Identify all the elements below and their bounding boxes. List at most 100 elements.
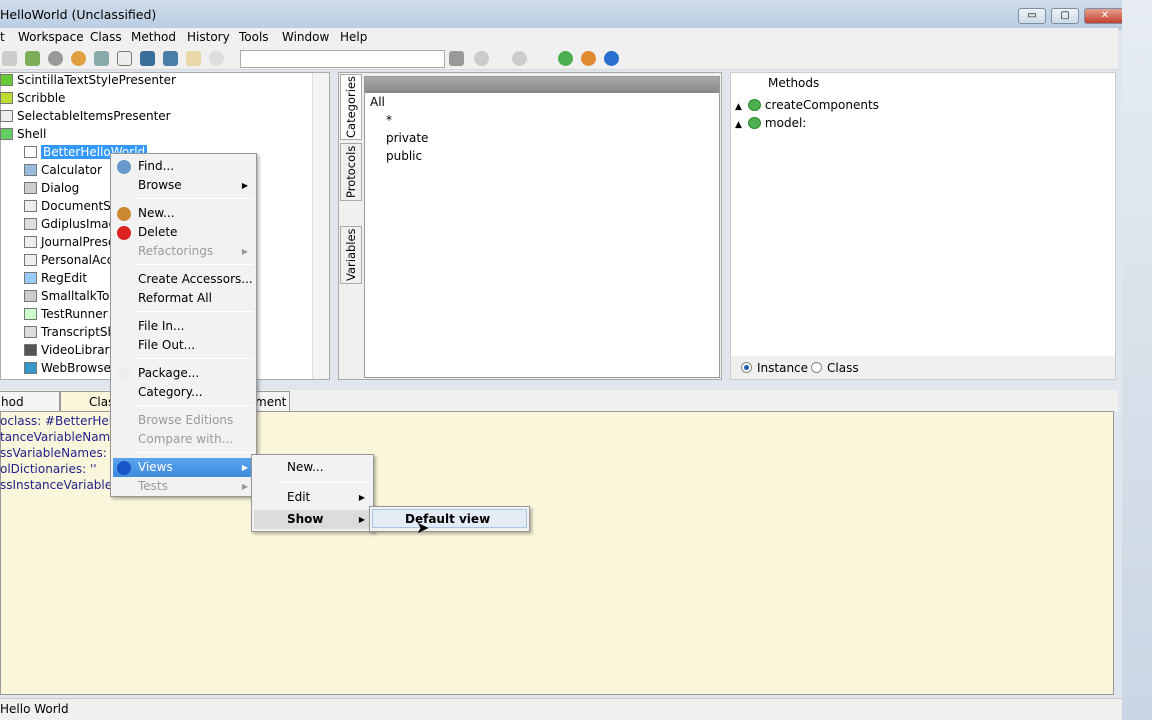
- menu-tools[interactable]: Tools: [239, 30, 269, 44]
- category-header: [365, 77, 719, 93]
- class-icon: [0, 110, 13, 122]
- category-all[interactable]: All: [370, 95, 385, 113]
- public-method-icon: [747, 117, 761, 129]
- menu-item-default-view[interactable]: Default view: [372, 509, 527, 528]
- menu-item-views-edit[interactable]: Edit ▶: [254, 488, 371, 507]
- menu-separator: [136, 405, 253, 406]
- desktop-background: [1122, 0, 1152, 720]
- find-icon: [117, 160, 131, 174]
- tree-item[interactable]: SelectableItemsPresenter: [0, 109, 171, 127]
- menu-item-category[interactable]: Category...: [113, 383, 254, 402]
- menu-item-find[interactable]: Find...: [113, 157, 254, 176]
- menu-help[interactable]: Help: [340, 30, 367, 44]
- tree-scrollbar[interactable]: [312, 73, 329, 379]
- class-icon: [24, 254, 37, 266]
- show-submenu: Default view: [369, 506, 530, 532]
- gear-icon[interactable]: [48, 51, 63, 66]
- go-arrow-icon[interactable]: [449, 51, 464, 66]
- menu-item-tests[interactable]: Tests ▶: [113, 477, 254, 496]
- menu-item-file-in[interactable]: File In...: [113, 317, 254, 336]
- close-button[interactable]: ✕: [1084, 8, 1126, 24]
- workspace-icon[interactable]: [2, 51, 17, 66]
- mouse-cursor: ➤: [416, 518, 430, 537]
- menu-item-views-new[interactable]: New...: [254, 458, 371, 477]
- search-input[interactable]: [240, 50, 445, 68]
- category-public[interactable]: public: [386, 149, 422, 167]
- menu-item-refactorings[interactable]: Refactorings ▶: [113, 242, 254, 261]
- menu-item-views-show[interactable]: Show ▶: [254, 510, 371, 529]
- category-private[interactable]: private: [386, 131, 428, 149]
- tree-item[interactable]: TestRunner: [24, 307, 108, 325]
- instance-radio[interactable]: Instance: [741, 361, 808, 375]
- public-method-icon: [747, 99, 761, 111]
- tab-variables[interactable]: Variables: [340, 226, 362, 284]
- package-icon[interactable]: [117, 51, 132, 66]
- method-item[interactable]: ▲ createComponents: [735, 98, 879, 116]
- tab-categories[interactable]: Categories: [340, 74, 362, 140]
- menu-separator: [136, 311, 253, 312]
- menu-item-views[interactable]: Views ▶: [113, 458, 254, 477]
- config-icon[interactable]: [581, 51, 596, 66]
- source-line: ssVariableNames: '': [0, 446, 118, 460]
- forward-icon[interactable]: [512, 51, 527, 66]
- source-line: olDictionaries: '': [0, 462, 97, 476]
- class-icon: [24, 308, 37, 320]
- folder-icon[interactable]: [186, 51, 201, 66]
- menu-separator: [136, 264, 253, 265]
- title-bar: HelloWorld (Unclassified) ▭ ▢ ✕: [0, 0, 1126, 30]
- tree-item[interactable]: ScintillaTextStylePresenter: [0, 73, 176, 91]
- image-icon[interactable]: [140, 51, 155, 66]
- maximize-button[interactable]: ▢: [1051, 8, 1079, 24]
- class-icon: [24, 362, 37, 374]
- menu-separator: [136, 358, 253, 359]
- menu-item-browse[interactable]: Browse ▶: [113, 176, 254, 195]
- new-icon: [117, 207, 131, 221]
- settings-icon[interactable]: [71, 51, 86, 66]
- menu-item-browse-editions[interactable]: Browse Editions: [113, 411, 254, 430]
- class-icon: [0, 92, 13, 104]
- tree-item[interactable]: Shell: [0, 127, 46, 145]
- menu-item-new[interactable]: New...: [113, 204, 254, 223]
- menu-item-file-out[interactable]: File Out...: [113, 336, 254, 355]
- tree-item[interactable]: Dialog: [24, 181, 79, 199]
- tab-method-source[interactable]: hod source: [0, 391, 60, 423]
- menu-item-reformat-all[interactable]: Reformat All: [113, 289, 254, 308]
- info-icon[interactable]: [604, 51, 619, 66]
- menu-method[interactable]: Method: [131, 30, 176, 44]
- submenu-arrow-icon: ▶: [241, 181, 248, 190]
- menu-workspace[interactable]: Workspace: [18, 30, 84, 44]
- delete-icon: [117, 226, 131, 240]
- menu-item-compare-with[interactable]: Compare with...: [113, 430, 254, 449]
- class-icon: [24, 344, 37, 356]
- menu-window[interactable]: Window: [282, 30, 329, 44]
- class-icon: [24, 146, 37, 158]
- tree-item[interactable]: Calculator: [24, 163, 102, 181]
- class-icon: [24, 290, 37, 302]
- menu-class[interactable]: Class: [90, 30, 122, 44]
- category-star[interactable]: *: [386, 113, 392, 131]
- menu-item-delete[interactable]: Delete: [113, 223, 254, 242]
- context-menu: Find... Browse ▶ New... Delete Refactorings ▶ C…: [110, 153, 257, 497]
- tab-protocols[interactable]: Protocols: [340, 143, 362, 201]
- menu-bar: t Workspace Class Method History Tools W…: [0, 28, 1118, 47]
- window-title: HelloWorld (Unclassified): [0, 7, 157, 22]
- minimize-button[interactable]: ▭: [1018, 8, 1046, 24]
- menu-history[interactable]: History: [187, 30, 230, 44]
- add-icon[interactable]: [558, 51, 573, 66]
- pin-icon[interactable]: [209, 51, 224, 66]
- browser-icon[interactable]: [25, 51, 40, 66]
- category-list[interactable]: [364, 76, 720, 378]
- menu-item-package[interactable]: Package...: [113, 364, 254, 383]
- method-item[interactable]: ▲ model:: [735, 116, 806, 134]
- views-submenu: New... Edit ▶ Show ▶: [251, 454, 374, 532]
- users-icon[interactable]: [94, 51, 109, 66]
- class-icon: [24, 272, 37, 284]
- class-radio[interactable]: Class: [811, 361, 859, 375]
- picture-icon[interactable]: [163, 51, 178, 66]
- back-icon[interactable]: [474, 51, 489, 66]
- tree-item[interactable]: Scribble: [0, 91, 65, 109]
- menu-file[interactable]: t: [0, 30, 5, 44]
- views-icon: [117, 461, 131, 475]
- menu-item-create-accessors[interactable]: Create Accessors...: [113, 270, 254, 289]
- tree-item[interactable]: RegEdit: [24, 271, 87, 289]
